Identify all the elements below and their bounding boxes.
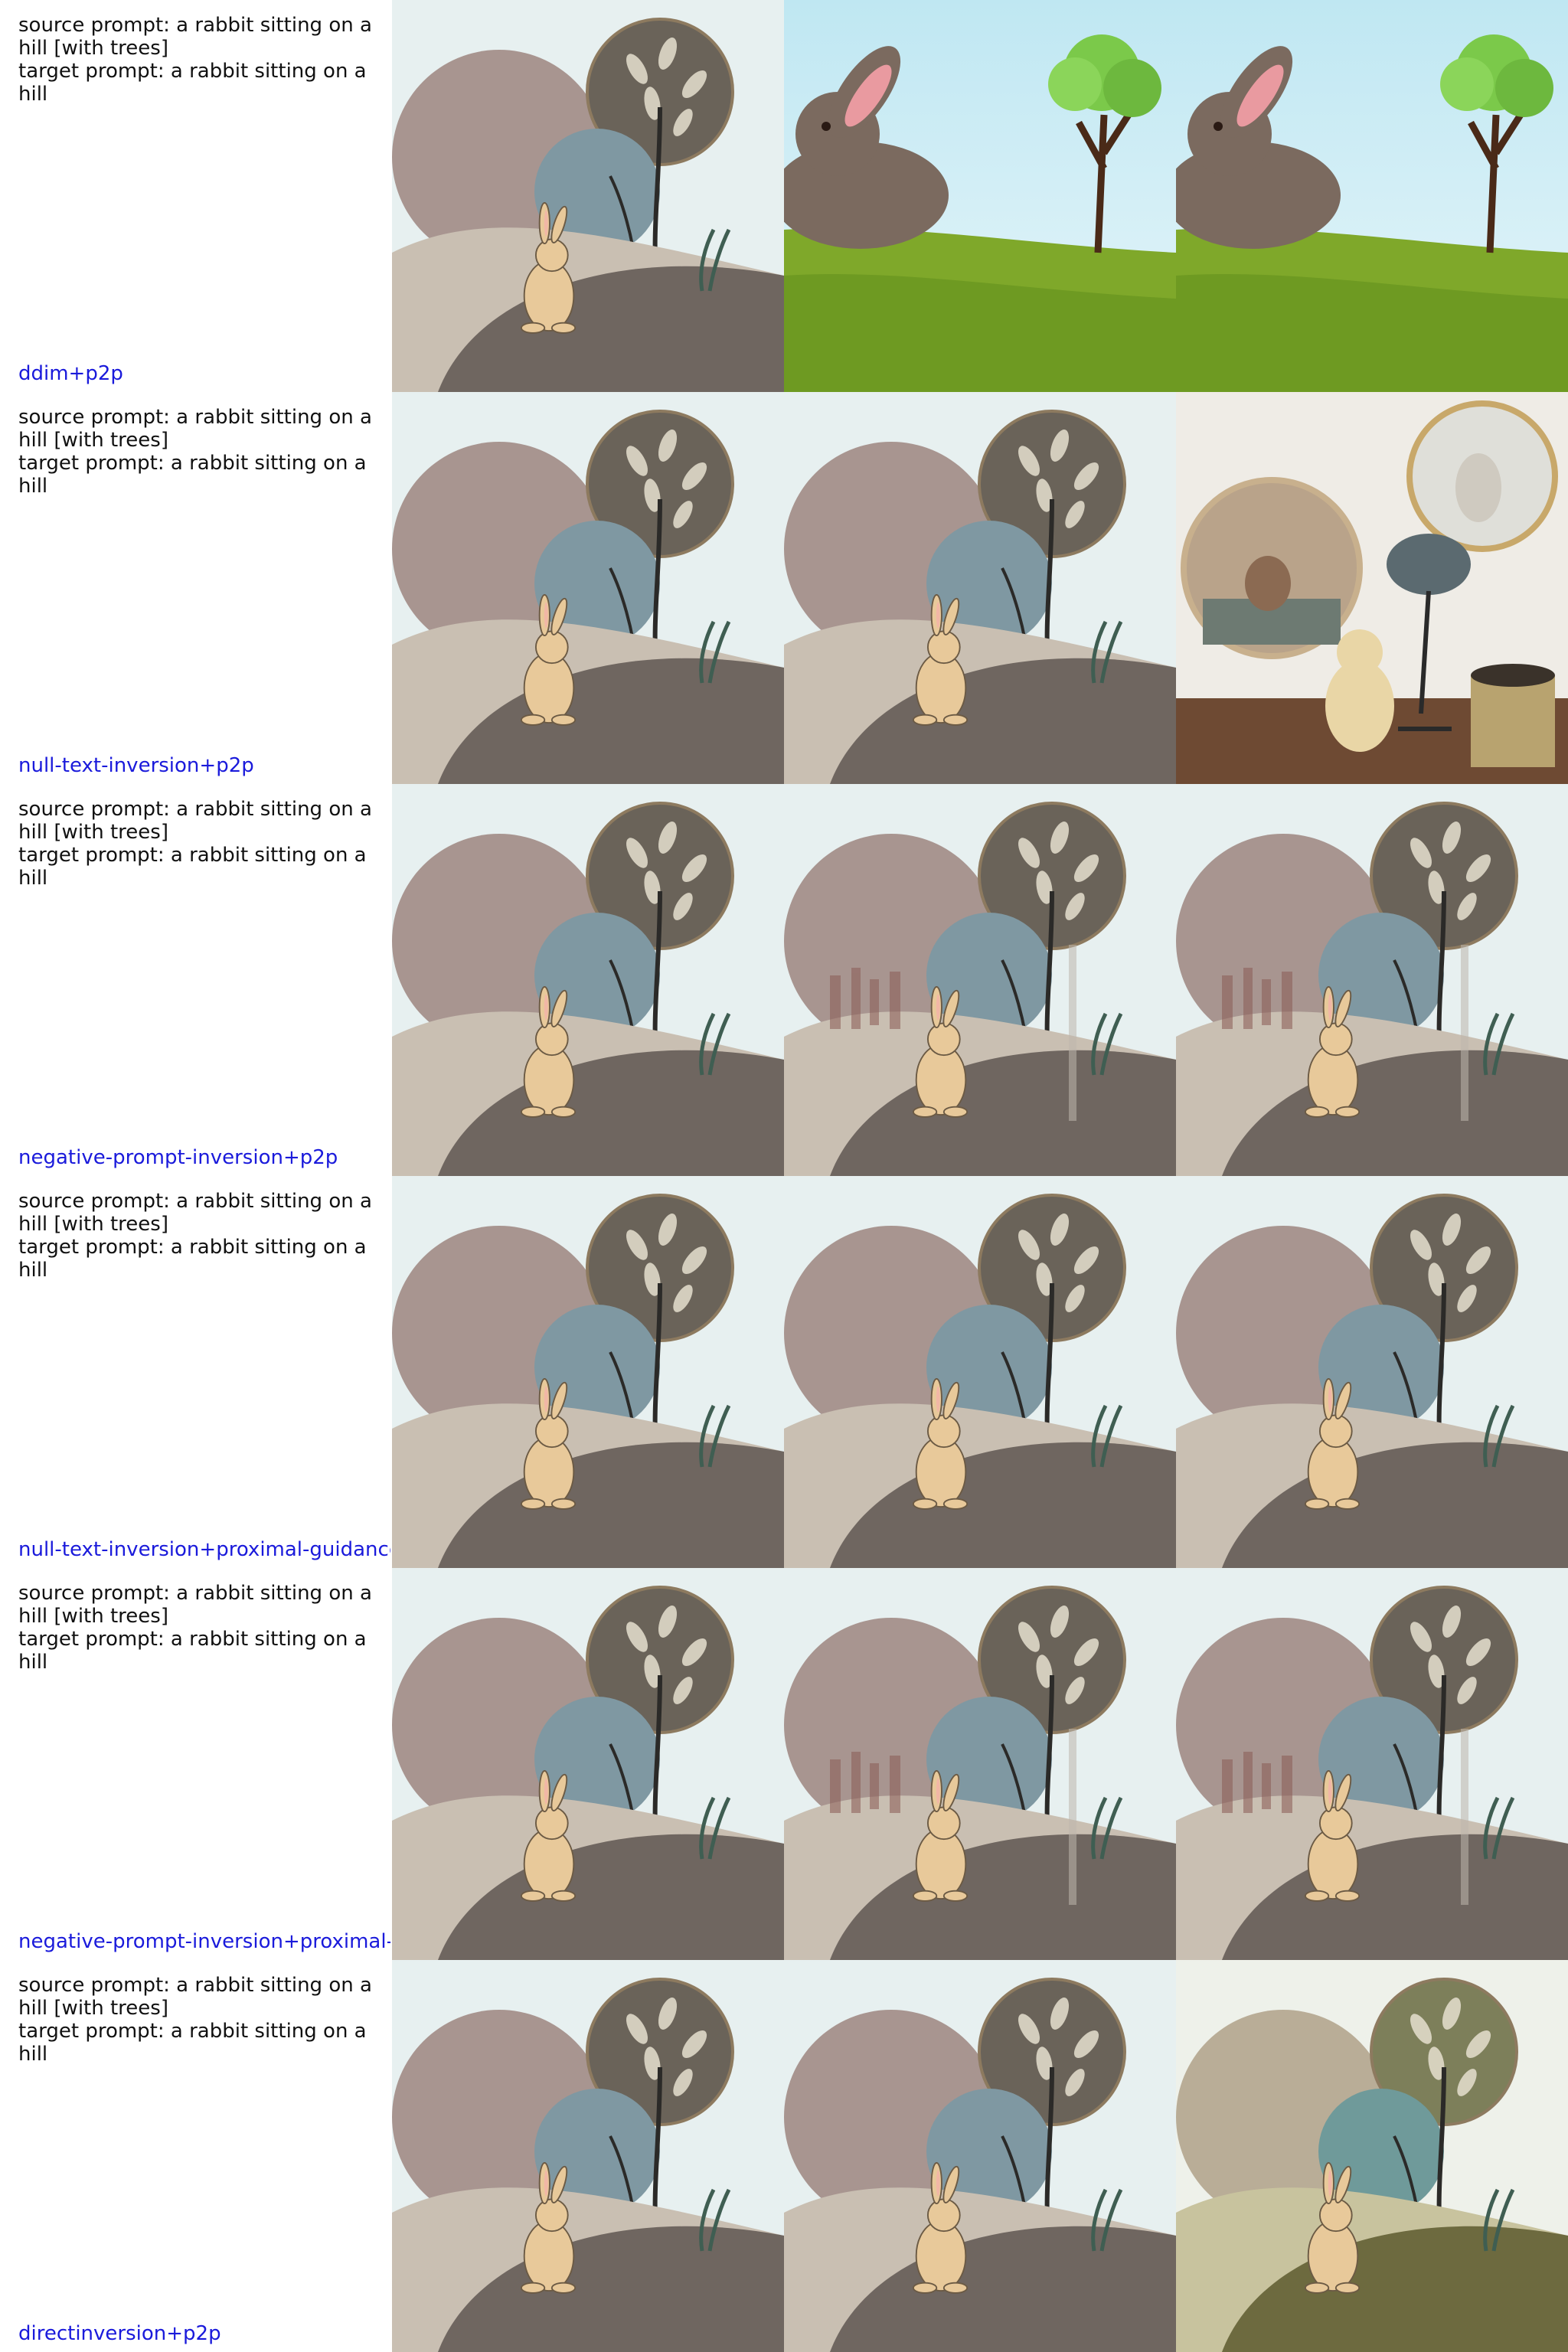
source-image bbox=[392, 1568, 784, 1960]
method-label: directinversion+p2p bbox=[18, 2322, 221, 2345]
comparison-row: source prompt: a rabbit sitting on a hil… bbox=[0, 1176, 1568, 1568]
edited-image bbox=[1176, 0, 1568, 392]
source-image bbox=[392, 0, 784, 392]
source-prompt: source prompt: a rabbit sitting on a hil… bbox=[18, 406, 372, 452]
target-prompt: target prompt: a rabbit sitting on a hil… bbox=[18, 1236, 367, 1282]
source-image bbox=[392, 1960, 784, 2352]
comparison-row: source prompt: a rabbit sitting on a hil… bbox=[0, 1568, 1568, 1960]
source-prompt: source prompt: a rabbit sitting on a hil… bbox=[18, 14, 372, 60]
target-prompt: target prompt: a rabbit sitting on a hil… bbox=[18, 2020, 367, 2066]
method-label: ddim+p2p bbox=[18, 362, 123, 385]
edited-image bbox=[784, 0, 1176, 392]
comparison-row: source prompt: a rabbit sitting on a hil… bbox=[0, 392, 1568, 784]
edited-image bbox=[784, 1960, 1176, 2352]
method-label: null-text-inversion+p2p bbox=[18, 754, 254, 777]
row-label-panel: source prompt: a rabbit sitting on a hil… bbox=[0, 784, 392, 1176]
comparison-row: source prompt: a rabbit sitting on a hil… bbox=[0, 784, 1568, 1176]
edited-image bbox=[784, 1176, 1176, 1568]
edited-image bbox=[1176, 1568, 1568, 1960]
row-label-panel: source prompt: a rabbit sitting on a hil… bbox=[0, 392, 392, 784]
comparison-row: source prompt: a rabbit sitting on a hil… bbox=[0, 0, 1568, 392]
comparison-grid: source prompt: a rabbit sitting on a hil… bbox=[0, 0, 1568, 2352]
method-label: negative-prompt-inversion+proximal-g bbox=[18, 1930, 390, 1953]
edited-image bbox=[1176, 1960, 1568, 2352]
source-prompt: source prompt: a rabbit sitting on a hil… bbox=[18, 1582, 372, 1628]
target-prompt: target prompt: a rabbit sitting on a hil… bbox=[18, 844, 367, 890]
edited-image bbox=[1176, 784, 1568, 1176]
source-prompt: source prompt: a rabbit sitting on a hil… bbox=[18, 1190, 372, 1236]
metal-bucket bbox=[1471, 675, 1555, 767]
method-label: negative-prompt-inversion+p2p bbox=[18, 1146, 338, 1169]
edited-image bbox=[784, 784, 1176, 1176]
row-label-panel: source prompt: a rabbit sitting on a hil… bbox=[0, 1960, 392, 2352]
source-image bbox=[392, 1176, 784, 1568]
target-prompt: target prompt: a rabbit sitting on a hil… bbox=[18, 452, 367, 498]
edited-image bbox=[784, 392, 1176, 784]
source-prompt: source prompt: a rabbit sitting on a hil… bbox=[18, 1974, 372, 2020]
method-label: null-text-inversion+proximal-guidance bbox=[18, 1538, 390, 1561]
row-label-panel: source prompt: a rabbit sitting on a hil… bbox=[0, 0, 392, 392]
source-image bbox=[392, 392, 784, 784]
row-label-panel: source prompt: a rabbit sitting on a hil… bbox=[0, 1176, 392, 1568]
edited-image bbox=[784, 1568, 1176, 1960]
source-image bbox=[392, 784, 784, 1176]
source-prompt: source prompt: a rabbit sitting on a hil… bbox=[18, 798, 372, 844]
lamp-shade bbox=[1387, 534, 1471, 595]
edited-image bbox=[1176, 1176, 1568, 1568]
comparison-row: source prompt: a rabbit sitting on a hil… bbox=[0, 1960, 1568, 2352]
target-prompt: target prompt: a rabbit sitting on a hil… bbox=[18, 60, 367, 106]
row-label-panel: source prompt: a rabbit sitting on a hil… bbox=[0, 1568, 392, 1960]
target-prompt: target prompt: a rabbit sitting on a hil… bbox=[18, 1628, 367, 1674]
edited-image bbox=[1176, 392, 1568, 784]
